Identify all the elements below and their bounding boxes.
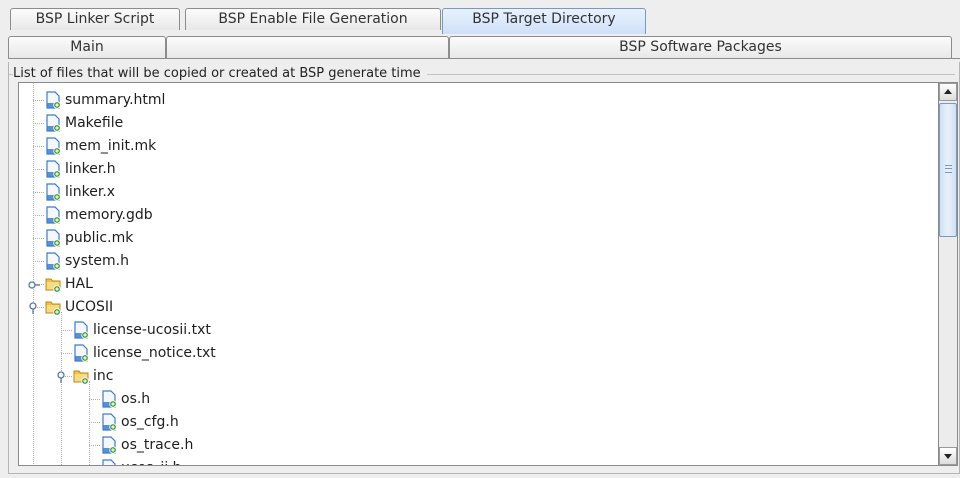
tree-file-item[interactable]: linker.x (45, 181, 115, 203)
file-add-icon (45, 91, 61, 109)
file-add-icon (45, 206, 61, 224)
tree-guide-line (33, 83, 34, 465)
tree-folder-item[interactable]: HAL (45, 273, 93, 295)
tree-connector (33, 100, 44, 101)
tree-item-label: license-ucosii.txt (93, 322, 211, 338)
tree-connector (61, 353, 72, 354)
tree-connector (33, 238, 44, 239)
tree-file-item[interactable]: Makefile (45, 112, 123, 134)
scroll-up-button[interactable] (939, 83, 957, 101)
tree-item-label: HAL (65, 276, 93, 292)
tree-item-label: linker.x (65, 184, 116, 200)
tree-item-label: memory.gdb (65, 207, 153, 223)
tree-item-label: UCOSII (65, 299, 114, 315)
scroll-grip (945, 165, 952, 173)
file-add-icon (101, 390, 117, 408)
tree-file-item[interactable]: summary.html (45, 89, 165, 111)
tree-expanded-icon[interactable] (28, 302, 38, 314)
tree-item-label: linker.h (65, 161, 116, 177)
tree-item-label: ucos_ii.h (121, 457, 182, 465)
tree-item-label: inc (93, 368, 114, 384)
file-add-icon (45, 160, 61, 178)
tree-connector (89, 399, 100, 400)
scroll-thumb[interactable] (939, 103, 957, 237)
tab-bsp-linker-script[interactable]: BSP Linker Script (10, 8, 180, 30)
file-add-icon (73, 344, 89, 362)
file-add-icon (101, 413, 117, 431)
tree-file-item[interactable]: license-ucosii.txt (73, 319, 211, 341)
file-add-icon (45, 183, 61, 201)
tree-folder-item[interactable]: inc (73, 365, 113, 387)
arrow-up-icon (944, 89, 952, 94)
tab-bsp-target-directory[interactable]: BSP Target Directory (442, 8, 646, 34)
tab-blank[interactable] (166, 36, 449, 58)
tree-file-item[interactable]: os.h (101, 388, 150, 410)
tree-connector (61, 330, 72, 331)
tree-file-item[interactable]: system.h (45, 250, 129, 272)
tree-connector (89, 422, 100, 423)
folder-add-icon (73, 367, 89, 385)
tree-connector (33, 215, 44, 216)
tab-divider (8, 58, 960, 59)
folder-add-icon (45, 275, 61, 293)
tree-item-label: system.h (65, 253, 129, 269)
tree-item-label: license_notice.txt (93, 345, 216, 361)
tree-guide-line (61, 312, 62, 465)
file-add-icon (73, 321, 89, 339)
file-add-icon (45, 252, 61, 270)
file-add-icon (45, 114, 61, 132)
tree-file-item[interactable]: memory.gdb (45, 204, 153, 226)
tab-row-top: BSP Linker Script BSP Enable File Genera… (8, 8, 960, 34)
tree-file-item[interactable]: ucos_ii.h (101, 457, 182, 465)
tree-item-label: Makefile (65, 115, 124, 131)
tree-guide-line (89, 381, 90, 465)
tree-file-item[interactable]: mem_init.mk (45, 135, 156, 157)
tree-connector (33, 123, 44, 124)
tree-item-label: os_trace.h (121, 437, 194, 453)
arrow-down-icon (944, 454, 952, 459)
tree-file-item[interactable]: os_cfg.h (101, 411, 179, 433)
tree-item-label: summary.html (65, 92, 166, 108)
tree-file-item[interactable]: os_trace.h (101, 434, 193, 456)
tree-connector (89, 445, 100, 446)
tree-connector (33, 169, 44, 170)
file-add-icon (101, 436, 117, 454)
tab-bsp-enable-file-generation[interactable]: BSP Enable File Generation (185, 8, 441, 30)
file-add-icon (101, 459, 117, 465)
tree-connector (33, 261, 44, 262)
file-add-icon (45, 137, 61, 155)
tree-item-label: os_cfg.h (121, 414, 179, 430)
tab-row-bottom: Main BSP Software Packages (8, 36, 952, 58)
file-add-icon (45, 229, 61, 247)
group-title: List of files that will be copied or cre… (13, 66, 427, 81)
scroll-down-button[interactable] (939, 447, 957, 465)
tree-item-label: mem_init.mk (65, 138, 157, 154)
tree-file-item[interactable]: public.mk (45, 227, 133, 249)
tree-item-label: os.h (121, 391, 151, 407)
tree-item-label: public.mk (65, 230, 134, 246)
tree-connector (33, 146, 44, 147)
folder-add-icon (45, 298, 61, 316)
tree-collapsed-icon[interactable] (28, 279, 40, 289)
file-tree[interactable]: summary.html Makefile mem_init.mk linker.h l… (18, 82, 938, 466)
tree-connector (33, 192, 44, 193)
tree-file-item[interactable]: linker.h (45, 158, 116, 180)
tree-file-item[interactable]: license_notice.txt (73, 342, 216, 364)
tab-bsp-software-packages[interactable]: BSP Software Packages (449, 36, 952, 58)
tree-folder-item[interactable]: UCOSII (45, 296, 113, 318)
tab-main[interactable]: Main (8, 36, 166, 58)
vertical-scrollbar[interactable] (938, 82, 958, 466)
tree-expanded-icon[interactable] (56, 371, 66, 383)
